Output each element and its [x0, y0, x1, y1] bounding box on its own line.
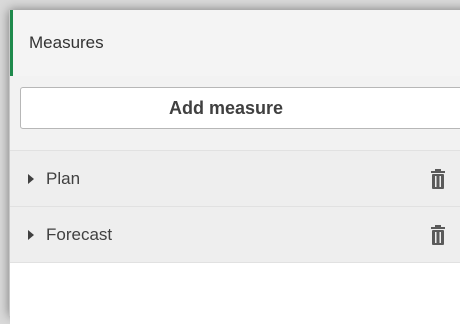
trash-icon[interactable]: [430, 224, 446, 245]
measure-label: Plan: [46, 168, 81, 188]
expand-caret-icon[interactable]: [28, 229, 34, 240]
measures-title: Measures: [29, 33, 104, 52]
trash-icon[interactable]: [430, 168, 446, 189]
add-measure-button[interactable]: Add measure: [20, 87, 460, 129]
expand-caret-icon[interactable]: [28, 173, 34, 184]
measures-section-header[interactable]: Measures: [10, 10, 460, 76]
screenshot-frame: Measures Add measure Plan Forecast: [0, 0, 460, 324]
measure-item-forecast[interactable]: Forecast: [10, 206, 460, 262]
measure-label: Forecast: [46, 224, 113, 244]
measure-item-plan[interactable]: Plan: [10, 150, 460, 206]
empty-panel-area: [10, 262, 460, 324]
add-measure-label: Add measure: [168, 97, 284, 118]
